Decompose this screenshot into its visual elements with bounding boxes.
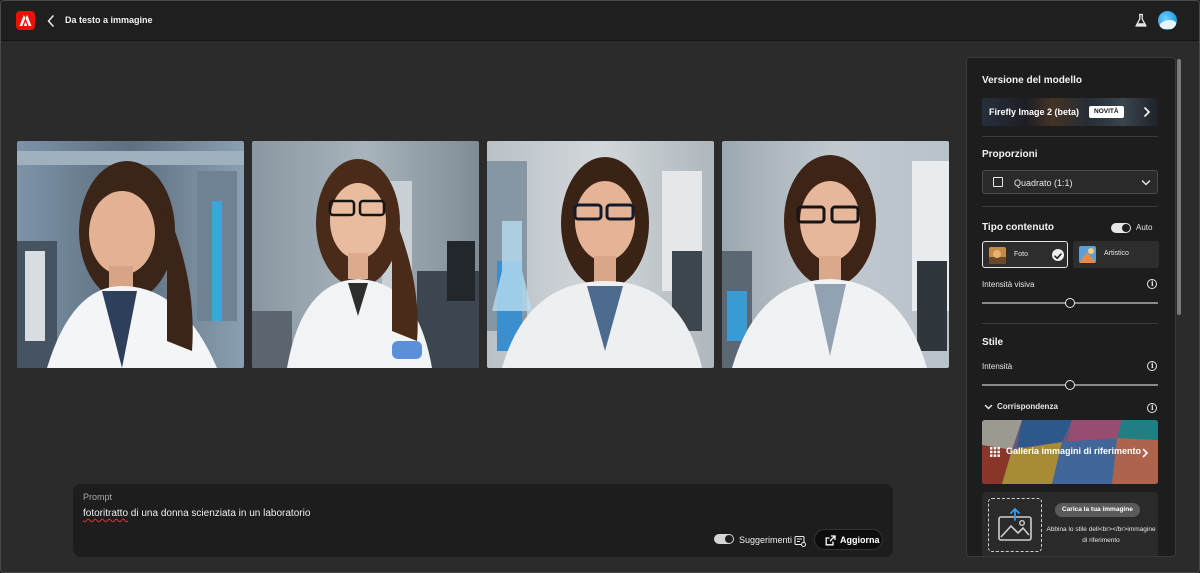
- grid-icon: [990, 447, 1000, 457]
- style-intensity-label: Intensità: [982, 362, 1013, 371]
- prompt-input[interactable]: fotoritratto di una donna scienziata in …: [83, 508, 310, 519]
- content-type-auto-toggle[interactable]: [1111, 223, 1131, 233]
- model-version-title: Versione del modello: [982, 75, 1083, 86]
- result-image-4[interactable]: [722, 141, 949, 368]
- divider: [982, 206, 1158, 207]
- back-arrow-icon[interactable]: [46, 13, 56, 29]
- settings-panel: Versione del modello Firefly Image 2 (be…: [966, 57, 1176, 557]
- art-thumbnail-icon: [1079, 246, 1096, 263]
- prompt-misspelled-word: fotoritratto: [83, 508, 129, 519]
- ratio-title: Proporzioni: [982, 149, 1038, 160]
- auto-label: Auto: [1136, 223, 1153, 232]
- info-icon[interactable]: [1147, 279, 1157, 289]
- square-icon: [993, 177, 1003, 187]
- visual-intensity-slider[interactable]: [982, 298, 1158, 308]
- info-icon[interactable]: [1147, 361, 1157, 371]
- result-image-1[interactable]: [17, 141, 244, 368]
- reference-gallery-button[interactable]: Galleria immagini di riferimento: [982, 420, 1158, 484]
- upload-dropzone[interactable]: [988, 498, 1042, 552]
- update-button[interactable]: Aggiorna: [814, 529, 883, 550]
- reference-gallery-label: Galleria immagini di riferimento: [1006, 446, 1142, 456]
- top-bar: Da testo a immagine: [1, 1, 1199, 41]
- suggestions-label: Suggerimenti: [739, 535, 793, 545]
- suggestions-toggle[interactable]: [714, 534, 734, 544]
- adobe-logo-icon[interactable]: [16, 11, 35, 30]
- visual-intensity-label: Intensità visiva: [982, 280, 1035, 289]
- upload-description: Abbina lo stile dell<br></br>immagine di…: [1046, 526, 1156, 544]
- check-icon: [1052, 249, 1064, 261]
- chevron-down-icon[interactable]: [984, 404, 993, 411]
- image-upload-icon: [998, 507, 1032, 541]
- panel-scrollbar-thumb[interactable]: [1177, 59, 1181, 315]
- update-button-label: Aggiorna: [840, 535, 880, 545]
- result-gallery: [17, 141, 949, 368]
- info-icon[interactable]: [1147, 403, 1157, 413]
- prompt-panel: Prompt fotoritratto di una donna scienzi…: [73, 484, 893, 557]
- slider-handle[interactable]: [1065, 298, 1075, 308]
- chevron-right-icon: [1142, 448, 1149, 458]
- prompt-label: Prompt: [83, 492, 113, 502]
- user-avatar[interactable]: [1158, 11, 1177, 30]
- art-label: Artistico: [1104, 250, 1129, 257]
- photo-label: Foto: [1014, 251, 1029, 258]
- content-type-title: Tipo contenuto: [982, 222, 1055, 233]
- page-title: Da testo a immagine: [65, 15, 153, 25]
- chevron-right-icon: [1144, 107, 1151, 117]
- result-image-2[interactable]: [252, 141, 479, 368]
- upload-image-button[interactable]: Carica la tua immagine: [1055, 503, 1140, 517]
- style-intensity-slider[interactable]: [982, 380, 1158, 390]
- result-image-3[interactable]: [487, 141, 714, 368]
- upload-reference-area[interactable]: Carica la tua immagine Abbina lo stile d…: [982, 492, 1158, 556]
- slider-handle[interactable]: [1065, 380, 1075, 390]
- photo-thumbnail-icon: [989, 247, 1006, 264]
- content-type-art[interactable]: Artistico: [1073, 241, 1159, 268]
- app-window: Da testo a immagine Prompt fotoritratto …: [0, 0, 1200, 573]
- new-badge: NOVITÀ: [1089, 106, 1124, 118]
- prompt-text-rest: di una donna scienziata in un laboratori…: [128, 508, 311, 519]
- ratio-value: Quadrato (1:1): [1014, 178, 1073, 188]
- model-version-selector[interactable]: Firefly Image 2 (beta) NOVITÀ: [982, 98, 1158, 126]
- style-title: Stile: [982, 337, 1004, 348]
- labs-flask-icon[interactable]: [1134, 13, 1148, 33]
- suggestions-settings-icon[interactable]: [794, 534, 806, 552]
- content-type-photo[interactable]: Foto: [982, 241, 1068, 268]
- chevron-down-icon: [1141, 180, 1151, 186]
- ratio-select[interactable]: Quadrato (1:1): [982, 170, 1158, 194]
- divider: [982, 323, 1158, 324]
- match-section-label[interactable]: Corrispondenza: [997, 402, 1058, 411]
- divider: [982, 136, 1158, 137]
- model-name: Firefly Image 2 (beta): [989, 107, 1080, 117]
